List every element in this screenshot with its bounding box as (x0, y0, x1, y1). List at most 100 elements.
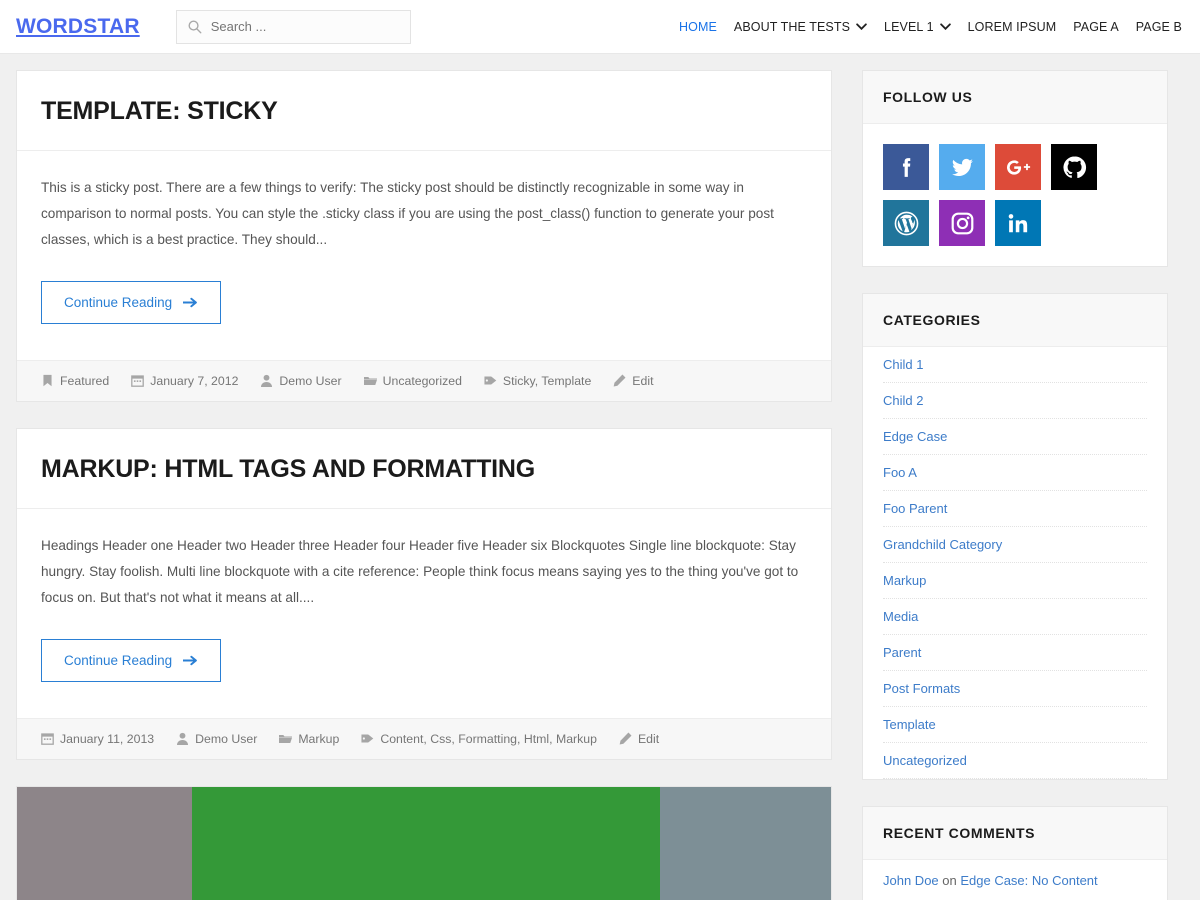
nav-item-page-a[interactable]: PAGE A (1073, 20, 1119, 34)
recent-comments-list: John Doe on Edge Case: No Content Jane D… (863, 860, 1167, 900)
post-title[interactable]: MARKUP: HTML TAGS AND FORMATTING (41, 455, 807, 484)
post-card-featured-image: I AM WORTH LOVING (16, 786, 832, 900)
meta-label: Featured (60, 374, 109, 388)
category-link-media[interactable]: Media (883, 599, 1147, 634)
bookmark-icon (41, 374, 54, 387)
widget-title: CATEGORIES (863, 294, 1167, 347)
social-link-google-plus[interactable] (995, 144, 1041, 190)
site-logo[interactable]: WORDSTAR (16, 15, 140, 39)
category-link-foo-a[interactable]: Foo A (883, 455, 1147, 490)
category-link-uncategorized[interactable]: Uncategorized (883, 743, 1147, 778)
meta-edit[interactable]: Edit (619, 732, 659, 746)
post-meta: Featured January 7, 2012 (17, 360, 831, 401)
main-navigation: HOME ABOUT THE TESTS LEVEL 1 LOREM IPSUM… (679, 20, 1188, 34)
meta-category[interactable]: Uncategorized (364, 374, 462, 388)
meta-tags[interactable]: Content, Css, Formatting, Html, Markup (361, 732, 597, 746)
list-item: Parent (883, 635, 1147, 671)
comment-post-link[interactable]: Edge Case: No Content (960, 873, 1097, 888)
category-link-foo-parent[interactable]: Foo Parent (883, 491, 1147, 526)
search-input[interactable] (211, 19, 400, 34)
chevron-down-icon (940, 23, 951, 30)
category-link-child-1[interactable]: Child 1 (883, 347, 1147, 382)
nav-item-lorem-ipsum[interactable]: LOREM IPSUM (968, 20, 1057, 34)
social-link-linkedin[interactable] (995, 200, 1041, 246)
post-title[interactable]: TEMPLATE: STICKY (41, 97, 807, 126)
widget-title: RECENT COMMENTS (863, 807, 1167, 860)
category-link-grandchild-category[interactable]: Grandchild Category (883, 527, 1147, 562)
list-item: Foo A (883, 455, 1147, 491)
list-item: Template (883, 707, 1147, 743)
nav-item-page-b[interactable]: PAGE B (1136, 20, 1182, 34)
folder-icon (279, 732, 292, 745)
post-excerpt: Headings Header one Header two Header th… (41, 533, 807, 611)
meta-category[interactable]: Markup (279, 732, 339, 746)
social-link-facebook[interactable] (883, 144, 929, 190)
arrow-right-icon (183, 654, 198, 667)
instagram-icon (950, 211, 975, 236)
continue-reading-button[interactable]: Continue Reading (41, 639, 221, 682)
meta-author[interactable]: Demo User (176, 732, 257, 746)
post-header: TEMPLATE: STICKY (17, 71, 831, 151)
post-body: Headings Header one Header two Header th… (17, 509, 831, 718)
category-list: Child 1 Child 2 Edge Case Foo A Foo Pare… (863, 347, 1167, 779)
post-card: TEMPLATE: STICKY This is a sticky post. … (16, 70, 832, 402)
nav-label: HOME (679, 20, 717, 34)
widget-categories: CATEGORIES Child 1 Child 2 Edge Case Foo… (862, 293, 1168, 780)
social-link-twitter[interactable] (939, 144, 985, 190)
category-link-markup[interactable]: Markup (883, 563, 1147, 598)
list-item: Uncategorized (883, 743, 1147, 779)
list-item: Child 1 (883, 347, 1147, 383)
social-link-github[interactable] (1051, 144, 1097, 190)
search-icon (187, 19, 202, 34)
tag-icon (484, 374, 497, 387)
meta-label: Sticky, Template (503, 374, 591, 388)
nav-item-level-1[interactable]: LEVEL 1 (884, 20, 951, 34)
social-links (883, 144, 1131, 246)
social-link-wordpress[interactable] (883, 200, 929, 246)
user-icon (260, 374, 273, 387)
widget-recent-comments: RECENT COMMENTS John Doe on Edge Case: N… (862, 806, 1168, 900)
main-content: TEMPLATE: STICKY This is a sticky post. … (16, 70, 832, 900)
folder-icon (364, 374, 377, 387)
comment-on-text: on (939, 873, 961, 888)
tag-icon (361, 732, 374, 745)
list-item: John Doe on Edge Case: No Content (883, 860, 1147, 900)
meta-date[interactable]: January 7, 2012 (131, 374, 238, 388)
meta-label: Uncategorized (383, 374, 462, 388)
post-body: This is a sticky post. There are a few t… (17, 151, 831, 360)
list-item: Edge Case (883, 419, 1147, 455)
continue-reading-button[interactable]: Continue Reading (41, 281, 221, 324)
calendar-icon (131, 374, 144, 387)
category-link-parent[interactable]: Parent (883, 635, 1147, 670)
featured-image[interactable]: I AM WORTH LOVING (17, 787, 831, 900)
nav-label: LOREM IPSUM (968, 20, 1057, 34)
meta-author[interactable]: Demo User (260, 374, 341, 388)
post-excerpt: This is a sticky post. There are a few t… (41, 175, 807, 253)
pencil-icon (619, 732, 632, 745)
nav-item-home[interactable]: HOME (679, 20, 717, 34)
meta-edit[interactable]: Edit (613, 374, 653, 388)
list-item: Post Formats (883, 671, 1147, 707)
chevron-down-icon (856, 23, 867, 30)
category-link-edge-case[interactable]: Edge Case (883, 419, 1147, 454)
facebook-icon (894, 155, 919, 180)
category-link-child-2[interactable]: Child 2 (883, 383, 1147, 418)
list-item: Child 2 (883, 383, 1147, 419)
continue-reading-label: Continue Reading (64, 653, 172, 668)
featured-image-panel-mid: I AM WORTH LOVING (192, 787, 660, 900)
meta-label: Demo User (195, 732, 257, 746)
category-link-template[interactable]: Template (883, 707, 1147, 742)
nav-item-about-the-tests[interactable]: ABOUT THE TESTS (734, 20, 867, 34)
page-layout: TEMPLATE: STICKY This is a sticky post. … (0, 54, 1200, 900)
search-box[interactable] (176, 10, 411, 44)
meta-date[interactable]: January 11, 2013 (41, 732, 154, 746)
comment-author-link[interactable]: John Doe (883, 873, 939, 888)
meta-label: Content, Css, Formatting, Html, Markup (380, 732, 597, 746)
social-link-instagram[interactable] (939, 200, 985, 246)
meta-tags[interactable]: Sticky, Template (484, 374, 591, 388)
meta-featured[interactable]: Featured (41, 374, 109, 388)
widget-title: FOLLOW US (863, 71, 1167, 124)
meta-label: Demo User (279, 374, 341, 388)
meta-label: January 11, 2013 (60, 732, 154, 746)
category-link-post-formats[interactable]: Post Formats (883, 671, 1147, 706)
